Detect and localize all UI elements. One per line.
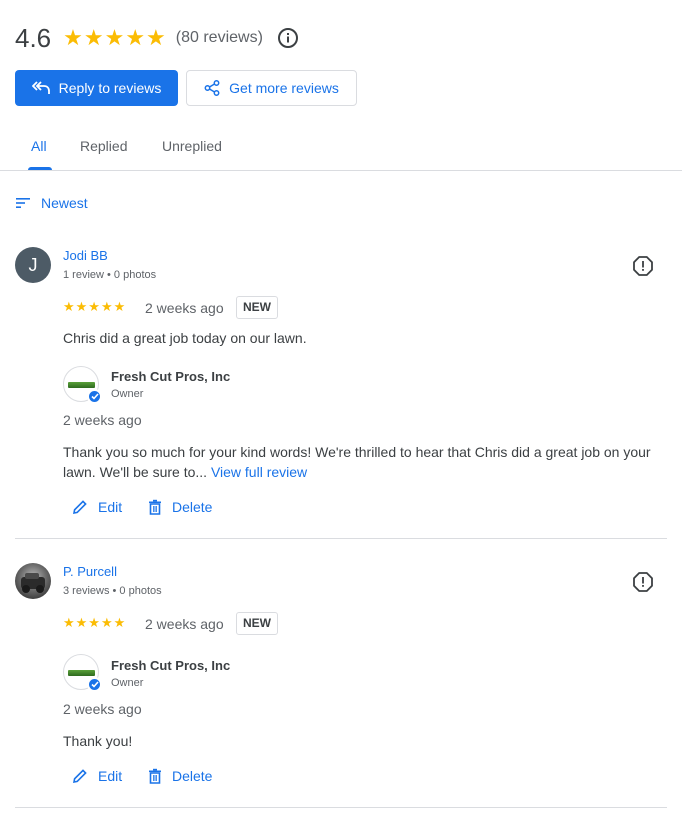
owner-name: Fresh Cut Pros, Inc: [111, 658, 231, 673]
avatar[interactable]: J: [15, 247, 51, 283]
delete-label: Delete: [172, 768, 213, 784]
review-card: J Jodi BB 1 review • 0 photos ★★★★★ 2 we…: [15, 247, 667, 527]
review-card: P. Purcell 3 reviews • 0 photos ★★★★★ 2 …: [15, 563, 667, 793]
active-tab-indicator: [28, 167, 52, 170]
new-badge: NEW: [236, 296, 278, 319]
owner-role: Owner: [111, 388, 144, 400]
review-date: 2 weeks ago: [145, 300, 224, 316]
owner-logo: [63, 366, 102, 404]
reply-to-reviews-button[interactable]: Reply to reviews: [15, 70, 178, 106]
tab-unreplied[interactable]: Unreplied: [162, 126, 222, 170]
reviewer-meta: 1 review • 0 photos: [63, 269, 157, 281]
verified-check-icon: [87, 677, 102, 692]
reviewer-name[interactable]: Jodi BB: [63, 248, 108, 263]
delete-button[interactable]: Delete: [148, 768, 212, 784]
owner-name: Fresh Cut Pros, Inc: [111, 369, 231, 384]
trash-icon: [149, 768, 161, 784]
get-more-reviews-label: Get more reviews: [229, 80, 339, 96]
get-more-reviews-button[interactable]: Get more reviews: [186, 70, 357, 106]
divider: [15, 538, 667, 539]
reply-text: Thank you so much for your kind words! W…: [63, 442, 673, 482]
edit-label: Edit: [98, 768, 123, 784]
business-logo-graphic: [68, 382, 95, 388]
divider: [15, 807, 667, 808]
tab-replied[interactable]: Replied: [80, 126, 127, 170]
pencil-icon: [72, 500, 87, 515]
review-stars: ★★★★★: [63, 299, 127, 314]
edit-button[interactable]: Edit: [72, 499, 122, 515]
review-count: (80 reviews): [175, 29, 263, 46]
reply-body: Thank you so much for your kind words! W…: [63, 444, 651, 480]
verified-check-icon: [87, 389, 102, 404]
new-badge: NEW: [236, 612, 278, 635]
reply-to-reviews-label: Reply to reviews: [58, 80, 162, 96]
reply-all-icon: [31, 81, 50, 94]
edit-button[interactable]: Edit: [72, 768, 122, 784]
sort-dropdown[interactable]: Newest: [15, 195, 88, 211]
review-date: 2 weeks ago: [145, 616, 224, 632]
owner-logo: [63, 654, 102, 692]
share-icon: [204, 80, 220, 96]
view-full-review-link[interactable]: View full review: [211, 464, 307, 480]
trash-icon: [149, 499, 161, 515]
review-text: Chris did a great job today on our lawn.: [63, 330, 307, 346]
rating-stars: ★★★★★: [63, 25, 167, 50]
sort-icon: [16, 198, 30, 208]
report-icon[interactable]: [633, 256, 653, 276]
tab-all[interactable]: All: [31, 126, 47, 170]
delete-button[interactable]: Delete: [148, 499, 212, 515]
reply-date: 2 weeks ago: [63, 701, 142, 717]
filter-tabs: All Replied Unreplied: [0, 126, 682, 171]
delete-label: Delete: [172, 499, 213, 515]
rating-summary: 4.6 ★★★★★ (80 reviews): [15, 20, 299, 56]
owner-role: Owner: [111, 677, 144, 689]
reply-text: Thank you!: [63, 733, 133, 749]
pencil-icon: [72, 769, 87, 784]
average-rating: 4.6: [15, 22, 52, 53]
business-logo-graphic: [68, 670, 95, 676]
edit-label: Edit: [98, 499, 123, 515]
sort-label: Newest: [41, 195, 88, 211]
action-buttons: Reply to reviews Get more reviews: [15, 70, 357, 106]
info-icon[interactable]: [277, 27, 299, 49]
reply-date: 2 weeks ago: [63, 412, 142, 428]
reviewer-meta: 3 reviews • 0 photos: [63, 585, 162, 597]
avatar[interactable]: [15, 563, 51, 599]
report-icon[interactable]: [633, 572, 653, 592]
reviewer-name[interactable]: P. Purcell: [63, 564, 117, 579]
review-stars: ★★★★★: [63, 615, 127, 630]
